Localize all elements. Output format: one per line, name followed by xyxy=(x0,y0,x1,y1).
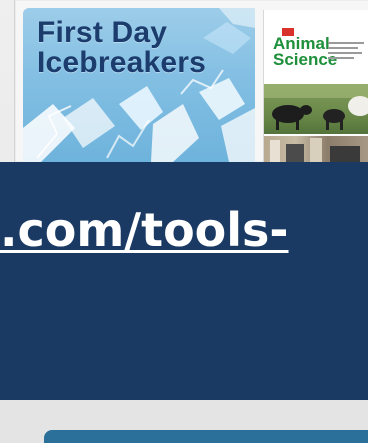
icebreakers-title-line1: First Day xyxy=(37,16,168,49)
resource-card[interactable]: First Day Icebreakers Animal Science xyxy=(14,0,368,162)
page: First Day Icebreakers Animal Science .co… xyxy=(0,0,368,443)
icebreakers-title-line2: Icebreakers xyxy=(37,46,207,79)
bottom-action-button[interactable] xyxy=(44,430,368,443)
icebreakers-thumbnail[interactable]: First Day Icebreakers xyxy=(23,8,255,162)
book-subtitle-lines xyxy=(328,42,368,72)
url-overlay-banner: .com/tools- xyxy=(0,162,368,400)
dairy-photo xyxy=(264,136,368,162)
animal-science-book-thumbnail[interactable]: Animal Science xyxy=(263,10,368,162)
icebreakers-title: First Day Icebreakers xyxy=(37,18,206,78)
dairy-scene-icon xyxy=(270,138,360,162)
tools-url-link[interactable]: .com/tools- xyxy=(0,202,289,258)
cattle-photo xyxy=(264,84,368,134)
cattle-silhouettes-icon xyxy=(264,84,368,130)
bottom-strip xyxy=(0,400,368,443)
